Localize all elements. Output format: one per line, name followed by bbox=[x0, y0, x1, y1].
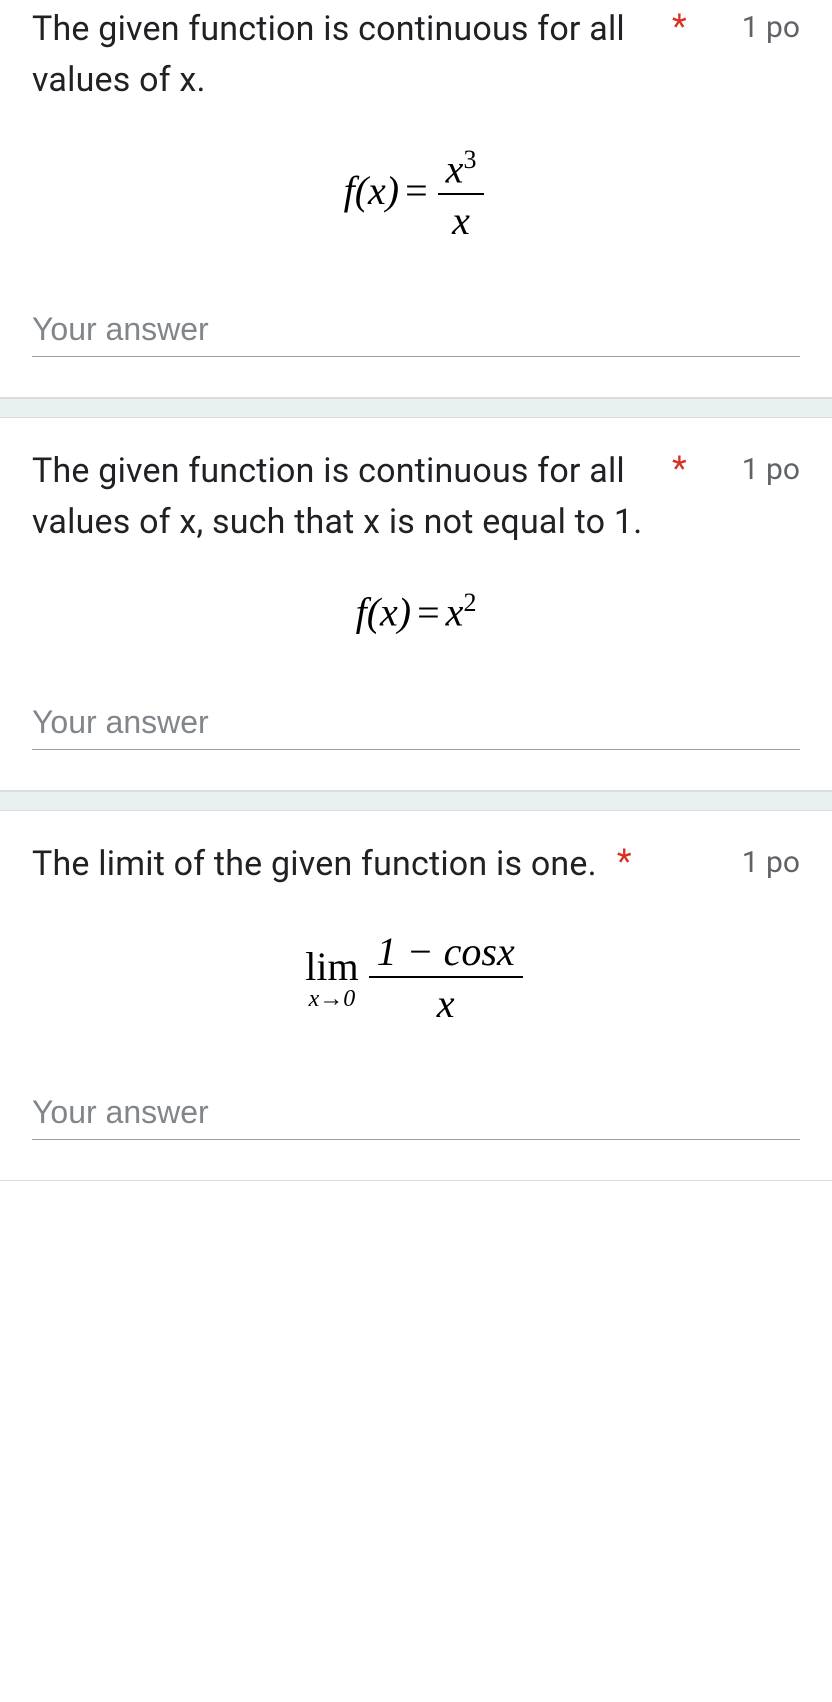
question-header: The given function is continuous for all… bbox=[32, 4, 800, 106]
question-prompt: The given function is continuous for all… bbox=[32, 451, 642, 542]
question-header: The given function is continuous for all… bbox=[32, 446, 800, 548]
question-text: The given function is continuous for all… bbox=[32, 4, 652, 106]
answer-input[interactable] bbox=[32, 1086, 800, 1140]
question-header: The limit of the given function is one. … bbox=[32, 839, 800, 890]
answer-input[interactable] bbox=[32, 696, 800, 750]
required-indicator: * bbox=[672, 4, 687, 52]
formula-display: f(x)=x3x bbox=[32, 146, 800, 243]
points-label: 1 po bbox=[742, 4, 800, 45]
points-label: 1 po bbox=[742, 446, 800, 487]
required-indicator: * bbox=[672, 446, 687, 494]
question-card: The given function is continuous for all… bbox=[0, 418, 832, 790]
points-label: 1 po bbox=[742, 839, 800, 880]
formula-display: f(x)=x2 bbox=[32, 588, 800, 635]
question-text: The given function is continuous for all… bbox=[32, 446, 652, 548]
card-divider bbox=[0, 398, 832, 418]
question-prompt: The given function is continuous for all… bbox=[32, 9, 625, 100]
question-card: The given function is continuous for all… bbox=[0, 0, 832, 398]
question-prompt: The limit of the given function is one. bbox=[32, 844, 597, 884]
card-divider bbox=[0, 791, 832, 811]
formula-display: limx→01 − cosxx bbox=[32, 930, 800, 1026]
required-indicator: * bbox=[617, 839, 632, 887]
question-text: The limit of the given function is one. bbox=[32, 839, 597, 890]
question-card: The limit of the given function is one. … bbox=[0, 811, 832, 1181]
answer-input[interactable] bbox=[32, 303, 800, 357]
